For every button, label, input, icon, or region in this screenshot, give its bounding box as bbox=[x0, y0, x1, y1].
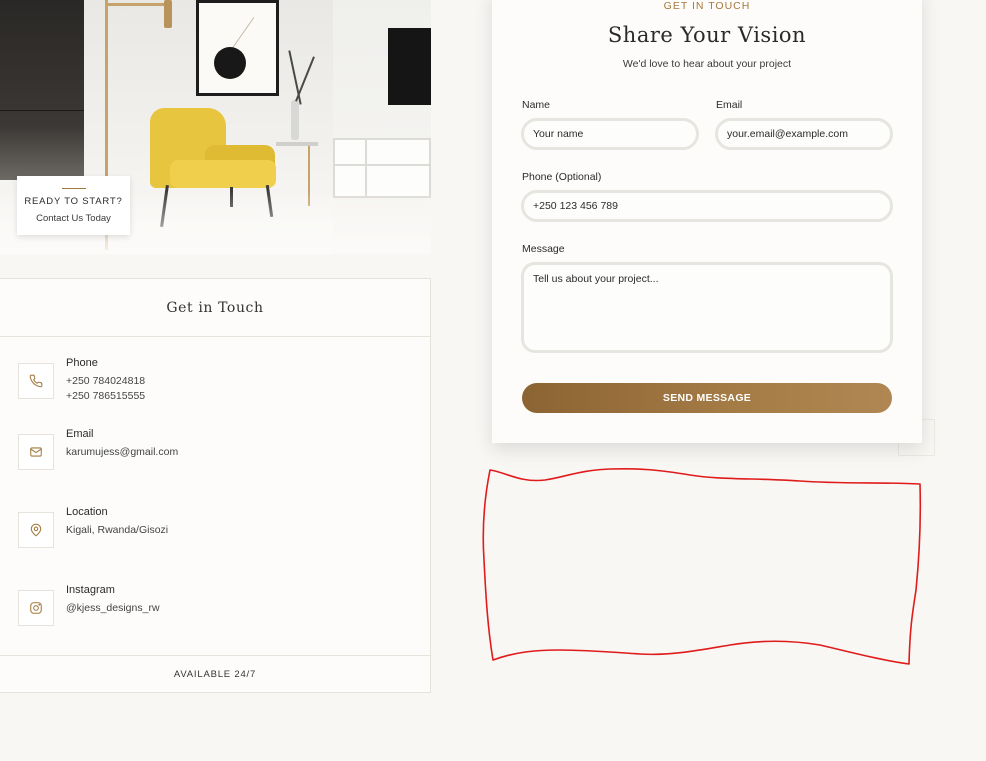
instagram-icon bbox=[30, 602, 42, 614]
email-input[interactable]: your.email@example.com bbox=[715, 118, 893, 150]
scribble-outline bbox=[482, 467, 922, 665]
phone-icon bbox=[29, 374, 43, 388]
contact-item-text: Email karumujess@gmail.com bbox=[66, 428, 178, 460]
form-subtitle: We'd love to hear about your project bbox=[622, 58, 792, 70]
hero-lamp-arm bbox=[105, 3, 167, 6]
contact-item-label: Location bbox=[66, 506, 108, 518]
contact-item-label: Instagram bbox=[66, 584, 115, 596]
contact-item-text: Location Kigali, Rwanda/Gisozi bbox=[66, 506, 168, 538]
hero-branch bbox=[288, 50, 302, 105]
phone-input[interactable]: +250 123 456 789 bbox=[521, 190, 893, 222]
contact-item-label: Phone bbox=[66, 357, 98, 369]
hero-side-table bbox=[276, 142, 318, 146]
hero-tv bbox=[388, 28, 431, 105]
form-title: Share Your Vision bbox=[607, 23, 807, 47]
ready-card-title: READY TO START? bbox=[24, 196, 123, 207]
ready-to-start-card[interactable]: READY TO START? Contact Us Today bbox=[17, 176, 130, 235]
contact-item-text: Phone +250 784024818 +250 786515555 bbox=[66, 357, 145, 404]
accent-divider bbox=[61, 188, 86, 189]
location-icon-box bbox=[18, 512, 54, 548]
hero-vase bbox=[291, 100, 299, 140]
hero-wall-art bbox=[196, 0, 279, 96]
send-message-button[interactable]: SEND MESSAGE bbox=[522, 383, 892, 413]
phone-number[interactable]: +250 786515555 bbox=[66, 389, 145, 404]
contact-info-card: Get in Touch Phone +250 784024818 +250 7… bbox=[0, 278, 431, 693]
contact-card-title: Get in Touch bbox=[166, 299, 264, 316]
contact-card-header: Get in Touch bbox=[0, 279, 430, 337]
instagram-icon-box bbox=[18, 590, 54, 626]
hero-armchair-seat bbox=[170, 160, 276, 188]
contact-form-card: GET IN TOUCH Share Your Vision We'd love… bbox=[492, 0, 922, 443]
hero-lamp-head bbox=[164, 0, 172, 28]
location-value: Kigali, Rwanda/Gisozi bbox=[66, 524, 169, 536]
phone-number[interactable]: +250 784024818 bbox=[66, 374, 145, 389]
hero-art-circle bbox=[214, 47, 246, 79]
phone-label: Phone (Optional) bbox=[522, 171, 602, 183]
hero-shelf bbox=[333, 138, 431, 198]
availability-footer: AVAILABLE 24/7 bbox=[0, 655, 430, 692]
phone-icon-box bbox=[18, 363, 54, 399]
hero-branch bbox=[295, 56, 315, 102]
hero-cabinet bbox=[0, 0, 84, 180]
message-textarea[interactable]: Tell us about your project... bbox=[521, 262, 893, 353]
email-label: Email bbox=[716, 99, 743, 111]
contact-item-value: +250 784024818 +250 786515555 bbox=[66, 374, 145, 404]
mail-icon bbox=[30, 447, 42, 457]
contact-item-label: Email bbox=[66, 428, 94, 440]
name-label: Name bbox=[522, 99, 551, 111]
message-label: Message bbox=[522, 243, 565, 255]
name-input[interactable]: Your name bbox=[521, 118, 699, 150]
location-pin-icon bbox=[30, 523, 42, 537]
instagram-handle[interactable]: @kjess_designs_rw bbox=[66, 601, 160, 616]
ready-card-subtitle: Contact Us Today bbox=[36, 213, 111, 224]
form-eyebrow: GET IN TOUCH bbox=[663, 0, 751, 12]
contact-item-text: Instagram @kjess_designs_rw bbox=[66, 584, 160, 616]
email-address[interactable]: karumujess@gmail.com bbox=[66, 445, 178, 460]
mail-icon-box bbox=[18, 434, 54, 470]
